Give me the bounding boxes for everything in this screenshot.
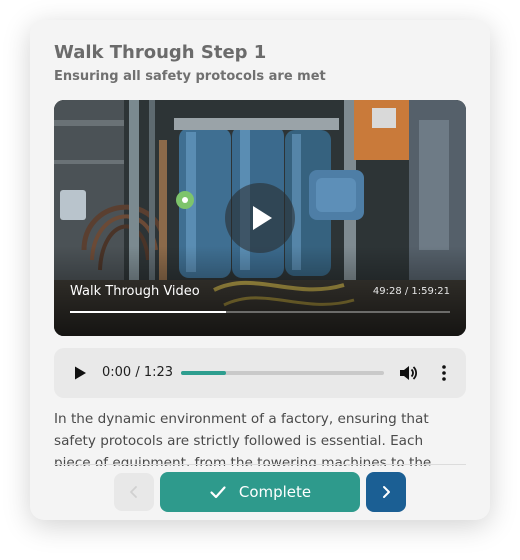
audio-player: 0:00 / 1:23: [54, 348, 466, 398]
video-progress-bar[interactable]: [70, 311, 450, 313]
chevron-right-icon: [383, 486, 390, 498]
more-vertical-icon[interactable]: [434, 363, 454, 383]
audio-progress-fill: [181, 371, 226, 375]
volume-icon[interactable]: [397, 362, 419, 384]
walkthrough-card: Walk Through Step 1 Ensuring all safety …: [30, 20, 490, 520]
step-description: In the dynamic environment of a factory,…: [54, 411, 432, 466]
video-play-button[interactable]: [225, 183, 295, 253]
complete-button-label: Complete: [238, 483, 312, 501]
previous-button[interactable]: [114, 473, 154, 511]
play-icon: [253, 206, 272, 230]
audio-progress-bar[interactable]: [181, 371, 384, 375]
video-progress-fill: [70, 311, 226, 313]
step-title: Walk Through Step 1: [54, 42, 267, 63]
audio-timestamp: 0:00 / 1:23: [102, 365, 174, 380]
video-timestamp: 49:28 / 1:59:21: [372, 286, 450, 297]
step-subtitle: Ensuring all safety protocols are met: [54, 69, 326, 84]
video-player[interactable]: Walk Through Video 49:28 / 1:59:21: [54, 100, 466, 336]
video-title: Walk Through Video: [70, 284, 200, 299]
chevron-left-icon: [130, 486, 137, 498]
complete-button[interactable]: Complete: [160, 472, 360, 512]
check-icon: [210, 486, 226, 499]
play-icon[interactable]: [72, 365, 88, 381]
next-button[interactable]: [366, 472, 406, 512]
footer-divider: [54, 464, 466, 465]
